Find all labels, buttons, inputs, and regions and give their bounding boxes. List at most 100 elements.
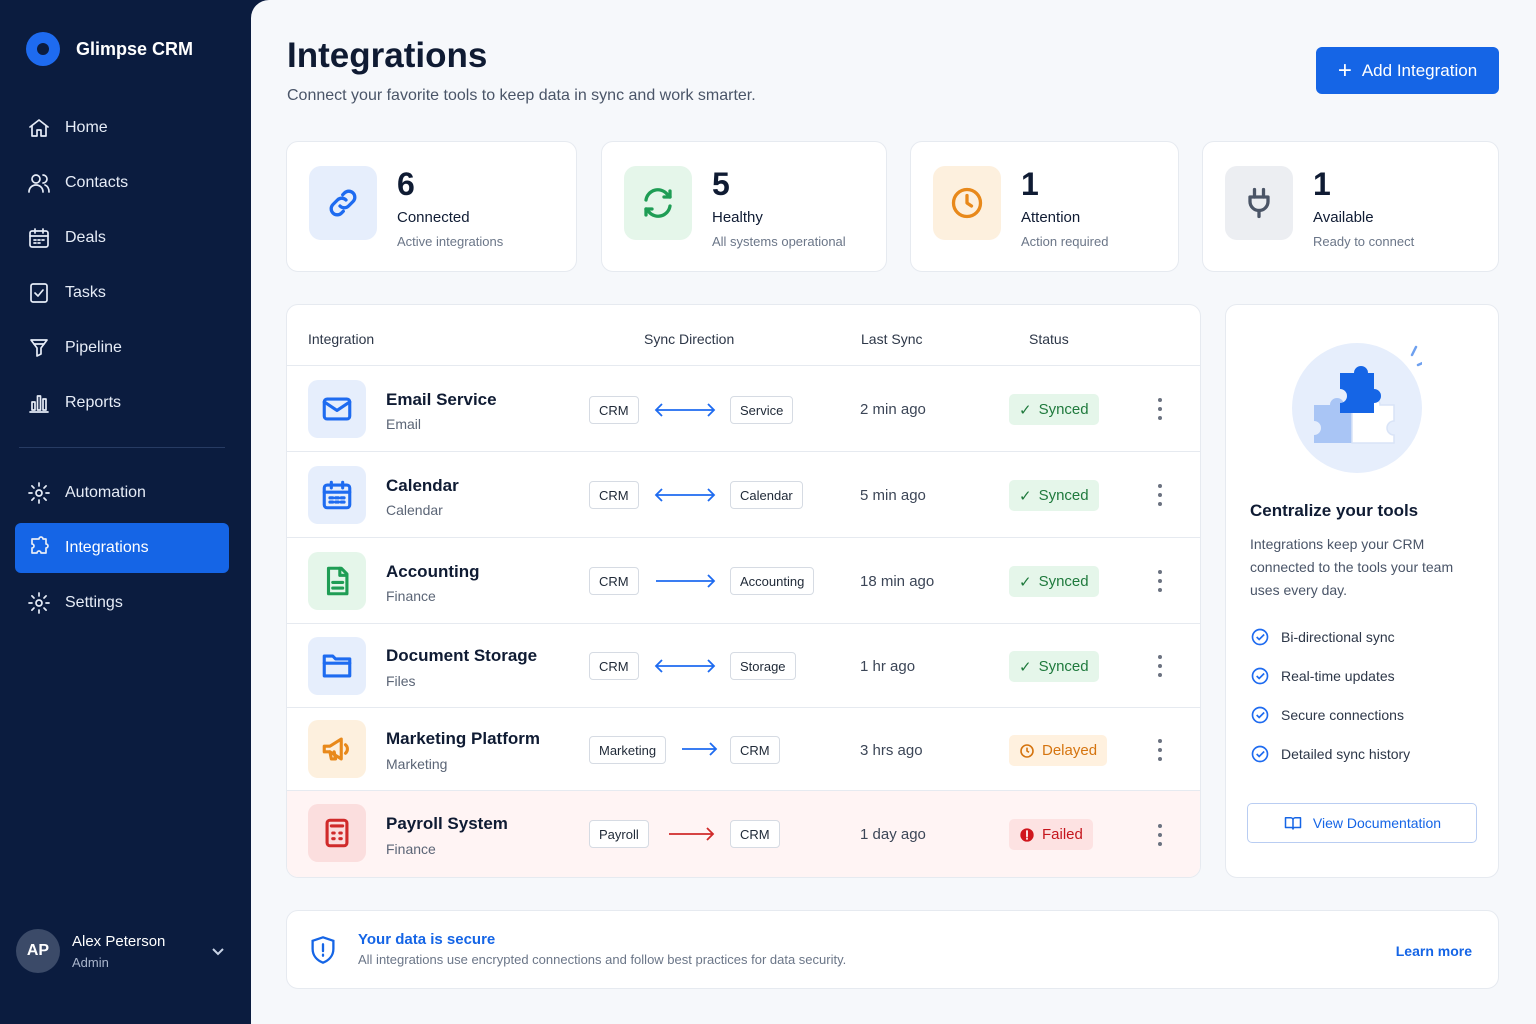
calendar-icon xyxy=(29,228,49,248)
sync-to-chip: CRM xyxy=(730,820,780,848)
stat-value: 5 xyxy=(712,166,730,202)
security-title: Your data is secure xyxy=(358,931,496,948)
puzzle-illustration-icon xyxy=(1292,343,1429,473)
funnel-icon xyxy=(30,339,48,357)
integration-category: Email xyxy=(386,416,422,432)
one-way-arrow-icon xyxy=(682,742,718,756)
column-header-integration: Integration xyxy=(308,331,375,347)
row-menu-icon[interactable] xyxy=(1155,398,1165,420)
feature-label: Detailed sync history xyxy=(1281,746,1411,762)
status-label: Synced xyxy=(1038,658,1089,675)
brand[interactable]: Glimpse CRM xyxy=(26,32,193,66)
stat-desc: Action required xyxy=(1021,234,1109,249)
sidebar-item-deals[interactable]: Deals xyxy=(15,213,229,263)
sidebar-item-contacts[interactable]: Contacts xyxy=(15,158,229,208)
stat-card-healthy: 5 Healthy All systems operational xyxy=(601,141,887,272)
bidirectional-arrow-icon xyxy=(654,488,716,502)
status-label: Synced xyxy=(1038,573,1089,590)
row-menu-icon[interactable] xyxy=(1155,739,1165,761)
status-badge: Delayed xyxy=(1009,735,1108,766)
table-row[interactable]: Document Storage Files CRM Storage 1 hr … xyxy=(287,624,1200,708)
stat-value: 6 xyxy=(397,166,415,202)
mail-icon xyxy=(308,380,366,438)
last-sync: 1 day ago xyxy=(860,826,926,843)
last-sync: 18 min ago xyxy=(860,573,935,590)
sidebar-item-label: Integrations xyxy=(65,539,149,556)
stat-label: Available xyxy=(1313,209,1374,226)
integration-category: Finance xyxy=(386,588,436,604)
sidebar-item-label: Deals xyxy=(65,229,106,246)
learn-more-link[interactable]: Learn more xyxy=(1396,943,1472,959)
check-icon: ✓ xyxy=(1019,573,1032,591)
column-header-last-sync: Last Sync xyxy=(861,331,923,347)
row-menu-icon[interactable] xyxy=(1155,824,1165,846)
table-row[interactable]: Accounting Finance CRM Accounting 18 min… xyxy=(287,538,1200,624)
security-desc: All integrations use encrypted connectio… xyxy=(358,952,847,967)
calendar-icon xyxy=(308,466,366,524)
last-sync: 3 hrs ago xyxy=(860,742,923,759)
feature-label: Secure connections xyxy=(1281,707,1404,723)
sidebar-item-reports[interactable]: Reports xyxy=(15,378,229,428)
check-circle-icon xyxy=(1251,667,1269,685)
shield-icon xyxy=(311,936,335,964)
feature-item: Secure connections xyxy=(1250,705,1404,725)
sidebar-item-tasks[interactable]: Tasks xyxy=(15,268,229,318)
plug-icon xyxy=(1225,166,1293,240)
sidebar-item-automation[interactable]: Automation xyxy=(15,468,229,518)
sidebar: Glimpse CRM Home Contacts Deals Tasks Pi… xyxy=(0,0,251,1024)
chevron-down-icon[interactable] xyxy=(210,943,226,959)
add-integration-button[interactable]: + Add Integration xyxy=(1316,47,1499,94)
row-menu-icon[interactable] xyxy=(1155,570,1165,592)
integration-name: Payroll System xyxy=(386,814,508,833)
integration-name: Accounting xyxy=(386,562,480,581)
security-banner: Your data is secure All integrations use… xyxy=(286,910,1499,989)
integration-name: Email Service xyxy=(386,390,497,409)
status-label: Synced xyxy=(1038,401,1089,418)
status-badge: ✓ Synced xyxy=(1009,651,1099,682)
sync-icon xyxy=(624,166,692,240)
table-row[interactable]: Payroll System Finance Payroll CRM 1 day… xyxy=(287,791,1200,877)
sidebar-item-label: Automation xyxy=(65,484,146,501)
puzzle-icon xyxy=(31,536,49,554)
stat-label: Healthy xyxy=(712,209,763,226)
feature-label: Bi-directional sync xyxy=(1281,629,1395,645)
sync-from-chip: CRM xyxy=(589,652,639,680)
brand-logo-icon xyxy=(26,32,60,66)
sidebar-item-pipeline[interactable]: Pipeline xyxy=(15,323,229,373)
one-way-arrow-icon xyxy=(656,574,716,588)
stat-desc: All systems operational xyxy=(712,234,846,249)
sync-to-chip: CRM xyxy=(730,736,780,764)
feature-item: Bi-directional sync xyxy=(1250,627,1395,647)
sidebar-item-integrations[interactable]: Integrations xyxy=(15,523,229,573)
folder-icon xyxy=(308,637,366,695)
page-title: Integrations xyxy=(287,36,488,75)
row-menu-icon[interactable] xyxy=(1155,655,1165,677)
calculator-icon xyxy=(308,804,366,862)
integration-name: Calendar xyxy=(386,476,459,495)
user-menu[interactable]: AP Alex Peterson Admin xyxy=(16,929,226,973)
home-icon xyxy=(29,119,49,137)
column-header-sync-direction: Sync Direction xyxy=(644,331,735,347)
stat-value: 1 xyxy=(1313,166,1331,202)
page-subtitle: Connect your favorite tools to keep data… xyxy=(287,87,756,104)
stat-card-connected: 6 Connected Active integrations xyxy=(286,141,577,272)
book-icon xyxy=(1284,817,1302,830)
sidebar-item-settings[interactable]: Settings xyxy=(15,578,229,628)
gear-icon xyxy=(28,592,50,614)
row-menu-icon[interactable] xyxy=(1155,484,1165,506)
centralize-card: Centralize your tools Integrations keep … xyxy=(1225,304,1499,878)
users-icon xyxy=(28,174,50,193)
sidebar-item-home[interactable]: Home xyxy=(15,103,229,153)
stat-desc: Ready to connect xyxy=(1313,234,1415,249)
table-row[interactable]: Email Service Email CRM Service 2 min ag… xyxy=(287,366,1200,452)
add-integration-label: Add Integration xyxy=(1361,60,1478,80)
view-documentation-button[interactable]: View Documentation xyxy=(1247,803,1477,843)
sync-from-chip: CRM xyxy=(589,567,639,595)
last-sync: 1 hr ago xyxy=(860,658,916,675)
table-row[interactable]: Marketing Platform Marketing Marketing C… xyxy=(287,708,1200,791)
main-content: Integrations Connect your favorite tools… xyxy=(251,0,1536,1024)
checklist-icon xyxy=(30,283,48,303)
user-name: Alex Peterson xyxy=(72,932,166,950)
table-row[interactable]: Calendar Calendar CRM Calendar 5 min ago… xyxy=(287,452,1200,538)
sidebar-item-label: Tasks xyxy=(65,284,106,301)
